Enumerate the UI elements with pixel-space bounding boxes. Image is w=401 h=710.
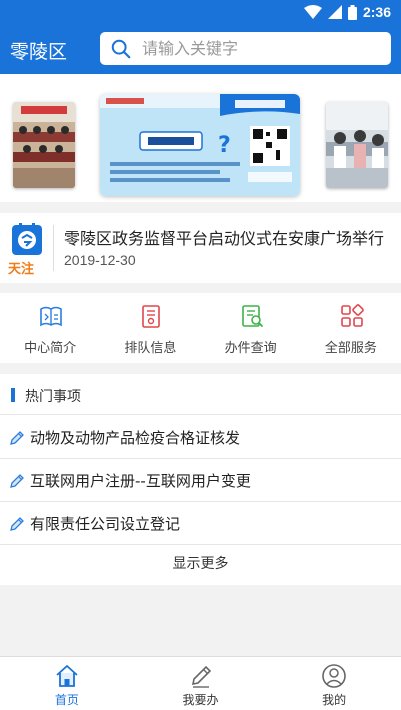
- tab-apply[interactable]: 我要办: [134, 657, 268, 710]
- banner-slide-current[interactable]: ?: [100, 94, 300, 196]
- hot-item-label: 有限责任公司设立登记: [30, 515, 181, 533]
- quick-link-intro[interactable]: 中心简介: [0, 293, 100, 363]
- quick-links: 中心简介 排队信息 办件查询 全部服务: [0, 293, 401, 363]
- hot-item[interactable]: 动物及动物产品检疫合格证核发: [0, 416, 401, 459]
- banner-main-image: ?: [100, 94, 300, 196]
- hot-item[interactable]: 有限责任公司设立登记: [0, 502, 401, 545]
- city-selector[interactable]: 零陵区: [10, 37, 67, 64]
- quick-link-label: 全部服务: [324, 341, 377, 356]
- status-icons: 2:36: [303, 3, 391, 21]
- tab-label: 首页: [54, 693, 79, 707]
- hot-items-section: 热门事项 动物及动物产品检疫合格证核发 互联网用户注册--互联网用户变更 有限责…: [0, 374, 401, 585]
- cell-signal-icon: [327, 5, 342, 19]
- quick-link-all-services[interactable]: 全部服务: [301, 293, 401, 363]
- tab-home[interactable]: 首页: [0, 657, 134, 710]
- user-icon: [322, 664, 346, 688]
- quick-link-label: 排队信息: [124, 341, 177, 356]
- section-accent-bar: [11, 388, 15, 402]
- pencil-icon: [10, 431, 24, 445]
- hot-item-label: 动物及动物产品检疫合格证核发: [30, 429, 241, 447]
- pencil-icon: [10, 517, 24, 531]
- hot-items-title: 热门事项: [25, 389, 81, 405]
- tab-label: 我要办: [182, 693, 219, 707]
- hot-item[interactable]: 互联网用户注册--互联网用户变更: [0, 459, 401, 502]
- hot-items-header: 热门事项: [0, 374, 401, 415]
- battery-icon: [347, 4, 357, 20]
- wifi-icon: [303, 5, 322, 19]
- photo-office-image: [326, 102, 388, 188]
- quick-link-case-query[interactable]: 办件查询: [201, 293, 301, 363]
- quick-link-queue[interactable]: 排队信息: [100, 293, 200, 363]
- top-bar: 零陵区: [0, 24, 401, 74]
- news-title[interactable]: 零陵区政务监督平台启动仪式在安康广场举行: [64, 225, 384, 249]
- status-time: 2:36: [362, 4, 391, 20]
- quick-link-label: 中心简介: [24, 341, 77, 356]
- apps-grid-icon: [340, 304, 364, 327]
- svg-text:?: ?: [218, 133, 231, 158]
- pencil-icon: [191, 665, 211, 688]
- news-logo-text: 天注: [8, 262, 35, 277]
- news-divider: [53, 225, 54, 271]
- show-more-button[interactable]: 显示更多: [0, 544, 401, 584]
- banner-carousel[interactable]: ?: [0, 74, 401, 202]
- banner-slide-next[interactable]: [326, 102, 388, 188]
- tab-profile[interactable]: 我的: [267, 657, 401, 710]
- search-box[interactable]: [100, 32, 391, 65]
- tab-label: 我的: [322, 693, 347, 707]
- news-headline[interactable]: 天注 零陵区政务监督平台启动仪式在安康广场举行 2019-12-30: [0, 213, 401, 283]
- home-icon: [56, 665, 78, 687]
- search-document-icon: [241, 305, 263, 327]
- banner-slide-prev[interactable]: [13, 102, 75, 188]
- news-date: 2019-12-30: [64, 252, 136, 268]
- search-input[interactable]: [142, 39, 372, 58]
- bottom-tab-bar: 首页 我要办 我的: [0, 656, 401, 710]
- photo-meeting-image: [13, 102, 75, 188]
- document-icon: [142, 305, 161, 328]
- hot-item-label: 互联网用户注册--互联网用户变更: [30, 472, 251, 490]
- quick-link-label: 办件查询: [224, 341, 277, 356]
- book-icon: [40, 306, 62, 327]
- pencil-icon: [10, 474, 24, 488]
- status-bar: 2:36: [0, 0, 401, 24]
- search-icon: [111, 39, 131, 58]
